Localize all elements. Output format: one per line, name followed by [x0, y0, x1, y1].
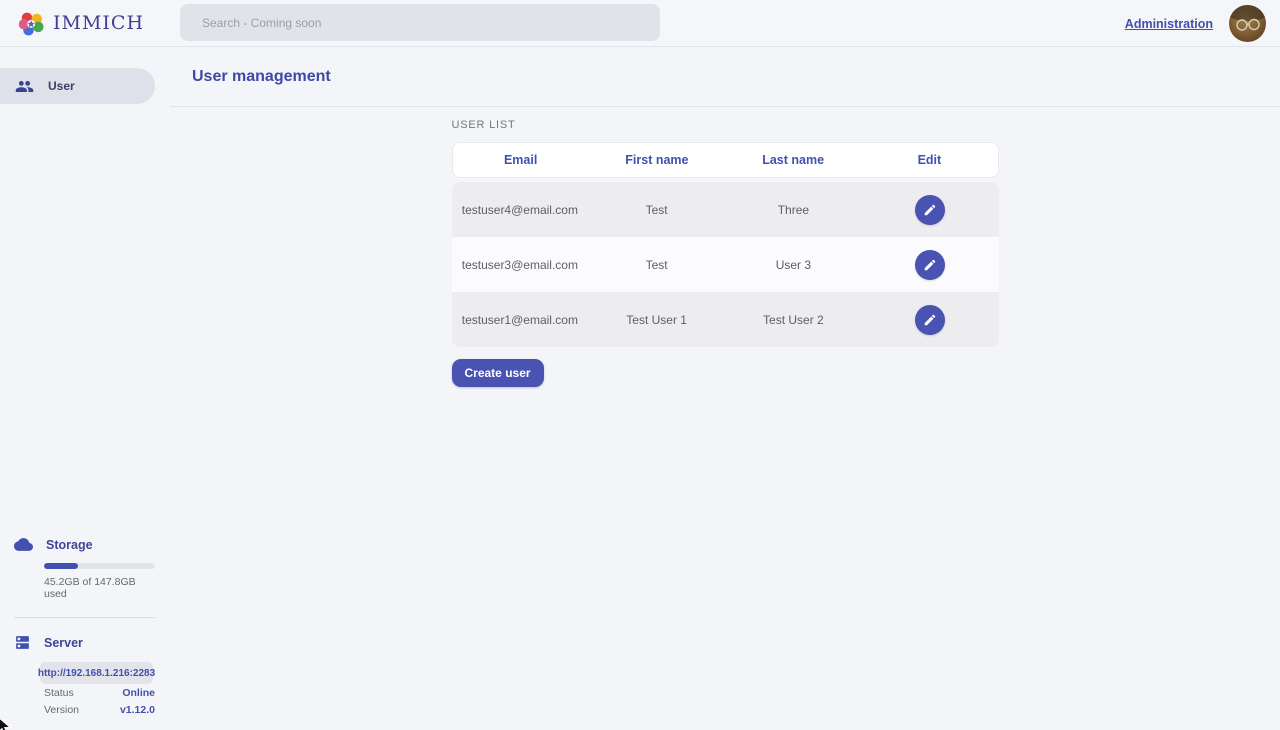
server-status-row: Status Online [44, 684, 155, 701]
sidebar-item-user[interactable]: User [0, 68, 155, 104]
cell-first-name: Test [588, 258, 725, 272]
cell-first-name: Test [588, 203, 725, 217]
storage-title: Storage [46, 538, 93, 552]
cell-last-name: Three [725, 203, 862, 217]
column-header-edit: Edit [861, 153, 997, 167]
table-header-row: Email First name Last name Edit [452, 142, 999, 178]
column-header-last-name: Last name [725, 153, 861, 167]
storage-panel: Storage 45.2GB of 147.8GB used [0, 535, 155, 600]
cell-email: testuser1@email.com [452, 313, 589, 327]
storage-usage-text: 45.2GB of 147.8GB used [44, 576, 155, 600]
cell-first-name: Test User 1 [588, 313, 725, 327]
sidebar-item-label: User [48, 79, 75, 93]
storage-progress-bar [44, 563, 155, 569]
immich-flower-icon [18, 10, 45, 37]
column-header-email: Email [453, 153, 589, 167]
version-label: Version [44, 704, 79, 716]
sidebar: User Storage 45.2GB of 147.8GB used Serv… [0, 47, 170, 730]
table-row: testuser4@email.com Test Three [452, 182, 999, 237]
table-row: testuser3@email.com Test User 3 [452, 237, 999, 292]
page-title-bar: User management [170, 47, 1280, 107]
section-label: USER LIST [452, 119, 999, 131]
edit-user-button[interactable] [915, 250, 945, 280]
cell-email: testuser4@email.com [452, 203, 589, 217]
page-title: User management [192, 68, 331, 86]
server-panel: Server http://192.168.1.216:2283 Status … [0, 634, 155, 718]
edit-user-button[interactable] [915, 305, 945, 335]
table-body: testuser4@email.com Test Three testuser3… [452, 182, 999, 347]
avatar-photo-glasses [1229, 5, 1266, 42]
sidebar-footer: Storage 45.2GB of 147.8GB used Server ht… [0, 535, 155, 718]
server-title: Server [44, 636, 83, 650]
cell-edit [862, 250, 999, 280]
version-value: v1.12.0 [120, 704, 155, 716]
mouse-cursor-icon [0, 716, 13, 730]
table-row: testuser1@email.com Test User 1 Test Use… [452, 292, 999, 347]
cell-last-name: Test User 2 [725, 313, 862, 327]
avatar[interactable] [1229, 5, 1266, 42]
cell-edit [862, 195, 999, 225]
header-right: Administration [1125, 0, 1266, 47]
cell-edit [862, 305, 999, 335]
pencil-icon [923, 258, 937, 272]
logo-wordmark: IMMICH [53, 12, 144, 34]
cell-email: testuser3@email.com [452, 258, 589, 272]
status-value: Online [122, 687, 155, 699]
server-url-badge: http://192.168.1.216:2283 [40, 662, 153, 684]
pencil-icon [923, 203, 937, 217]
users-icon [15, 77, 34, 96]
administration-link[interactable]: Administration [1125, 17, 1213, 31]
sidebar-divider [14, 617, 155, 618]
edit-user-button[interactable] [915, 195, 945, 225]
main-content: User management USER LIST Email First na… [170, 47, 1280, 730]
storage-progress-fill [44, 563, 78, 569]
app-header: IMMICH Administration [0, 0, 1280, 47]
cloud-icon [14, 535, 33, 554]
server-version-row: Version v1.12.0 [44, 701, 155, 718]
search-input[interactable] [180, 4, 660, 41]
status-label: Status [44, 687, 74, 699]
column-header-first-name: First name [589, 153, 725, 167]
create-user-button[interactable]: Create user [452, 359, 544, 387]
pencil-icon [923, 313, 937, 327]
cell-last-name: User 3 [725, 258, 862, 272]
server-icon [14, 634, 31, 651]
user-list-section: USER LIST Email First name Last name Edi… [452, 107, 999, 387]
logo[interactable]: IMMICH [0, 10, 162, 37]
